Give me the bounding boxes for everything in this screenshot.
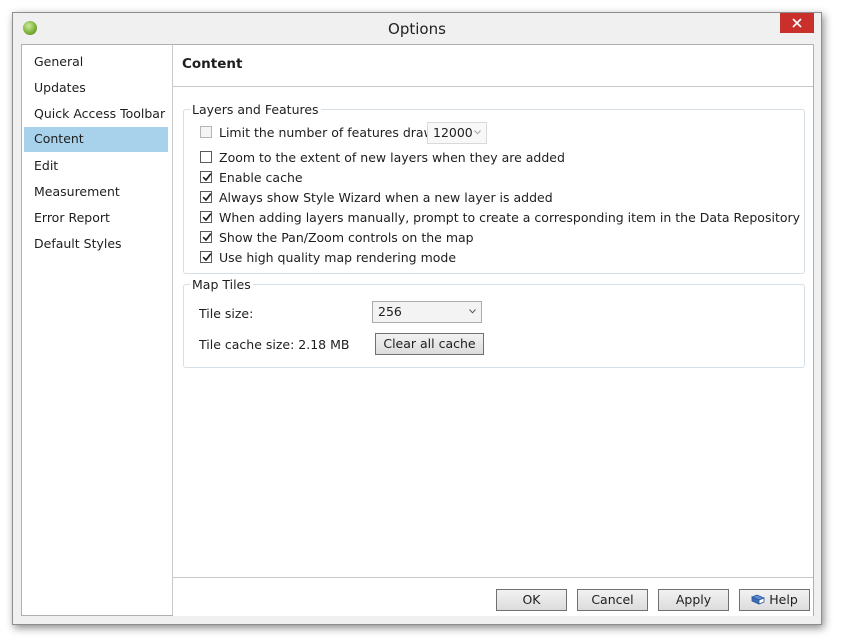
chevron-down-icon <box>469 309 476 314</box>
window-title: Options <box>388 20 446 38</box>
sidebar-item-edit[interactable]: Edit <box>24 154 168 179</box>
dialog-client-area: General Updates Quick Access Toolbar Con… <box>21 44 814 616</box>
feature-limit-value: 12000 <box>433 125 473 140</box>
cancel-button[interactable]: Cancel <box>577 589 648 611</box>
option-row: When adding layers manually, prompt to c… <box>200 209 800 225</box>
option-row: Enable cache <box>200 169 303 185</box>
checkmark-icon <box>202 253 212 262</box>
options-sidebar: General Updates Quick Access Toolbar Con… <box>22 45 173 615</box>
high-quality-rendering-checkbox[interactable] <box>200 251 212 263</box>
content-panel: Content Layers and Features Limit the nu… <box>173 45 813 616</box>
dialog-footer: OK Cancel Apply Help <box>173 577 813 616</box>
tile-size-label: Tile size: <box>199 306 254 321</box>
checkmark-icon <box>202 213 212 222</box>
data-repository-prompt-checkbox[interactable] <box>200 211 212 223</box>
sidebar-item-updates[interactable]: Updates <box>24 76 168 101</box>
sidebar-item-default-styles[interactable]: Default Styles <box>24 232 168 257</box>
page-header: Content <box>173 45 813 87</box>
help-button[interactable]: Help <box>739 589 810 611</box>
checkmark-icon <box>202 173 212 182</box>
close-icon <box>792 18 802 28</box>
sidebar-item-quick-access-toolbar[interactable]: Quick Access Toolbar <box>24 102 168 127</box>
page-title: Content <box>182 56 243 72</box>
chevron-down-icon <box>474 130 481 135</box>
ok-button[interactable]: OK <box>496 589 567 611</box>
style-wizard-checkbox[interactable] <box>200 191 212 203</box>
clear-all-cache-button[interactable]: Clear all cache <box>375 333 484 355</box>
pan-zoom-controls-label: Show the Pan/Zoom controls on the map <box>219 229 474 245</box>
title-bar[interactable]: Options <box>13 13 821 44</box>
tile-size-value: 256 <box>378 304 402 319</box>
map-tiles-legend: Map Tiles <box>190 277 253 292</box>
data-repository-prompt-label: When adding layers manually, prompt to c… <box>219 209 801 225</box>
zoom-extent-label: Zoom to the extent of new layers when th… <box>219 149 565 165</box>
checkmark-icon <box>202 193 212 202</box>
style-wizard-label: Always show Style Wizard when a new laye… <box>219 189 553 205</box>
sidebar-item-general[interactable]: General <box>24 50 168 75</box>
sidebar-item-content[interactable]: Content <box>24 127 168 152</box>
enable-cache-label: Enable cache <box>219 169 303 185</box>
option-row: Use high quality map rendering mode <box>200 249 456 265</box>
zoom-extent-checkbox[interactable] <box>200 151 212 163</box>
map-tiles-group: Map Tiles Tile size: 256 Tile cache size… <box>183 277 805 368</box>
help-book-icon <box>751 594 766 605</box>
tile-cache-size-label: Tile cache size: 2.18 MB <box>199 337 350 352</box>
checkmark-icon <box>202 233 212 242</box>
sidebar-item-error-report[interactable]: Error Report <box>24 206 168 231</box>
help-button-label: Help <box>769 592 798 607</box>
close-button[interactable] <box>780 13 814 33</box>
option-row: Always show Style Wizard when a new laye… <box>200 189 553 205</box>
option-row: Zoom to the extent of new layers when th… <box>200 149 565 165</box>
tile-size-dropdown[interactable]: 256 <box>372 301 482 323</box>
options-window: Options General Updates Quick Access Too… <box>12 12 822 625</box>
limit-features-checkbox[interactable] <box>200 126 212 138</box>
sidebar-item-measurement[interactable]: Measurement <box>24 180 168 205</box>
apply-button[interactable]: Apply <box>658 589 729 611</box>
limit-features-label: Limit the number of features drawn to: <box>219 124 463 140</box>
limit-features-row: Limit the number of features drawn to: <box>200 124 462 140</box>
high-quality-rendering-label: Use high quality map rendering mode <box>219 249 457 265</box>
layers-features-legend: Layers and Features <box>190 102 321 117</box>
pan-zoom-controls-checkbox[interactable] <box>200 231 212 243</box>
layers-features-group: Layers and Features Limit the number of … <box>183 102 805 274</box>
enable-cache-checkbox[interactable] <box>200 171 212 183</box>
option-row: Show the Pan/Zoom controls on the map <box>200 229 474 245</box>
feature-limit-dropdown[interactable]: 12000 <box>427 122 487 144</box>
